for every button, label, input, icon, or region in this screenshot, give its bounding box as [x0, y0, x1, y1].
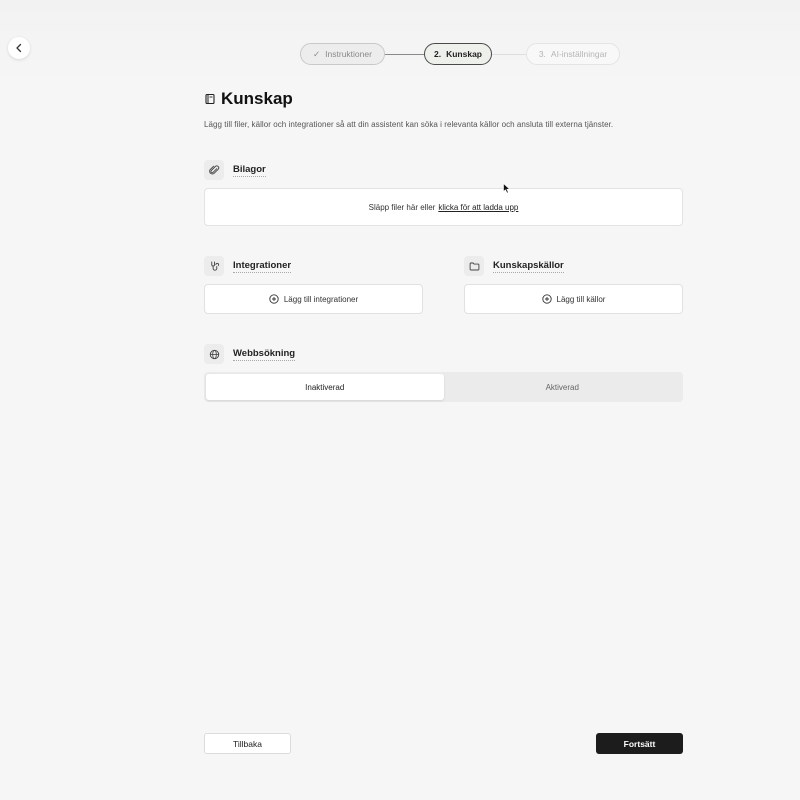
step-label: AI-inställningar [550, 49, 608, 59]
top-bar [0, 0, 800, 90]
knowledge-panel: Kunskap Lägg till filer, källor och inte… [204, 88, 683, 402]
step-number: 2. [434, 49, 442, 59]
step-ai-settings[interactable]: 3. AI-inställningar [526, 43, 620, 65]
add-integrations-button[interactable]: Lägg till integrationer [204, 284, 423, 314]
file-dropzone[interactable]: Släpp filer här eller klicka för att lad… [204, 188, 683, 226]
continue-button[interactable]: Fortsätt [596, 733, 683, 754]
toggle-option-disabled[interactable]: Inaktiverad [206, 374, 444, 400]
folder-icon [469, 262, 479, 270]
dropzone-text: Släpp filer här eller [368, 202, 436, 212]
paperclip-icon [208, 164, 219, 174]
footer-actions: Tillbaka Fortsätt [204, 733, 683, 755]
add-sources-button[interactable]: Lägg till källor [464, 284, 683, 314]
step-knowledge[interactable]: 2. Kunskap [424, 43, 492, 65]
integrations-header: Integrationer [204, 256, 292, 276]
sources-icon-box [464, 256, 484, 276]
plug-icon [210, 260, 219, 271]
stepper-connector [492, 54, 526, 55]
toggle-option-enabled[interactable]: Aktiverad [444, 374, 682, 400]
step-number: 3. [538, 49, 546, 59]
page-header: Kunskap [204, 88, 683, 110]
plus-circle-icon [269, 294, 279, 304]
web-icon-box [204, 344, 224, 364]
add-sources-label: Lägg till källor [556, 294, 606, 304]
back-nav-button[interactable] [8, 37, 30, 59]
web-search-header: Webbsökning [204, 344, 296, 364]
chevron-left-icon [16, 43, 22, 53]
upload-link[interactable]: klicka för att ladda upp [438, 203, 518, 212]
integrations-icon-box [204, 256, 224, 276]
plus-circle-icon [541, 294, 552, 304]
add-integrations-label: Lägg till integrationer [283, 294, 359, 304]
step-label: Kunskap [446, 49, 482, 59]
page-title: Kunskap [221, 89, 293, 108]
step-label: Instruktioner [325, 49, 372, 59]
globe-icon [209, 349, 219, 359]
sources-label: Kunskapskällor [493, 259, 564, 273]
sources-header: Kunskapskällor [464, 256, 564, 276]
web-search-toggle: Inaktiverad Aktiverad [204, 372, 683, 402]
page-subtitle: Lägg till filer, källor och integratione… [204, 120, 614, 129]
book-icon [205, 93, 215, 105]
back-button[interactable]: Tillbaka [204, 733, 291, 754]
attachments-label: Bilagor [233, 163, 266, 177]
step-instructions[interactable]: ✓ Instruktioner [300, 43, 385, 65]
attachments-header: Bilagor [204, 160, 266, 180]
web-search-label: Webbsökning [233, 347, 296, 361]
stepper-connector [385, 54, 424, 55]
mouse-cursor-icon [503, 183, 511, 194]
integrations-label: Integrationer [233, 259, 292, 273]
attachments-icon-box [204, 160, 224, 180]
check-icon: ✓ [313, 48, 321, 59]
